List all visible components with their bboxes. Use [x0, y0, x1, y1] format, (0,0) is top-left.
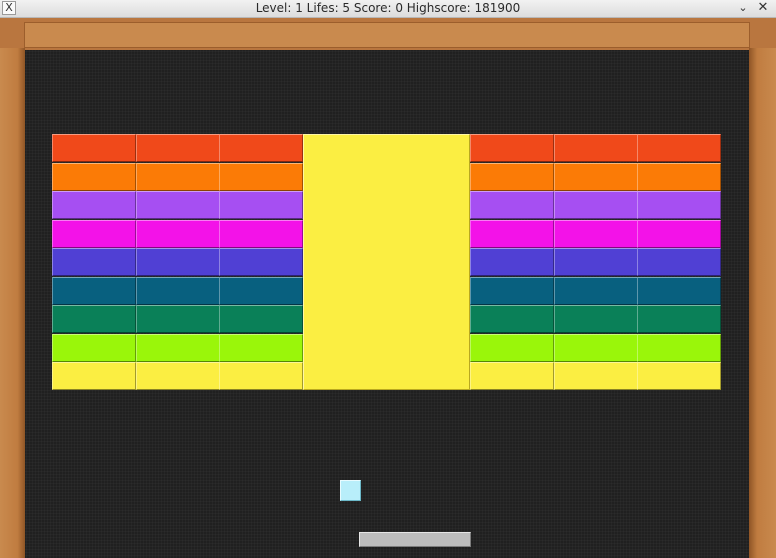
brick — [470, 191, 554, 219]
brick — [637, 334, 721, 362]
brick — [219, 305, 303, 333]
brick — [637, 277, 721, 305]
chevron-down-icon[interactable]: ⌄ — [736, 1, 750, 15]
window-titlebar: X Level: 1 Lifes: 5 Score: 0 Highscore: … — [0, 0, 776, 18]
brick — [219, 277, 303, 305]
brick — [470, 248, 554, 276]
brick — [554, 334, 638, 362]
brick — [470, 163, 554, 191]
brick — [554, 277, 638, 305]
brick — [52, 277, 136, 305]
wood-frame-right — [749, 48, 776, 558]
brick — [554, 163, 638, 191]
brick — [136, 305, 220, 333]
brick — [637, 305, 721, 333]
brick — [136, 163, 220, 191]
brick — [637, 191, 721, 219]
brick — [470, 305, 554, 333]
brick — [554, 134, 638, 162]
brick — [637, 134, 721, 162]
brick — [219, 220, 303, 248]
brick — [637, 163, 721, 191]
brick — [52, 248, 136, 276]
brick — [219, 362, 303, 390]
brick — [219, 248, 303, 276]
big-yellow-brick — [303, 134, 470, 390]
brick — [637, 248, 721, 276]
brick — [554, 191, 638, 219]
brick — [554, 220, 638, 248]
ball — [340, 480, 361, 501]
wood-frame-top-panel — [24, 22, 750, 48]
brick — [52, 362, 136, 390]
brick — [470, 220, 554, 248]
brick — [136, 220, 220, 248]
brick — [470, 134, 554, 162]
brick — [219, 191, 303, 219]
brick — [554, 362, 638, 390]
brick — [470, 334, 554, 362]
brick — [470, 362, 554, 390]
brick — [554, 248, 638, 276]
brick — [554, 305, 638, 333]
brick — [470, 277, 554, 305]
brick — [52, 334, 136, 362]
brick — [219, 163, 303, 191]
brick — [52, 163, 136, 191]
brick — [52, 191, 136, 219]
wood-frame-left — [0, 48, 25, 558]
brick — [52, 305, 136, 333]
window-title: Level: 1 Lifes: 5 Score: 0 Highscore: 18… — [255, 1, 521, 15]
brick — [637, 362, 721, 390]
brick — [52, 134, 136, 162]
brick — [136, 362, 220, 390]
brick — [136, 248, 220, 276]
brick — [136, 334, 220, 362]
brick — [637, 220, 721, 248]
brick — [136, 191, 220, 219]
brick — [219, 134, 303, 162]
close-icon[interactable]: ✕ — [756, 1, 770, 15]
brick — [219, 334, 303, 362]
brick — [52, 220, 136, 248]
brick — [136, 277, 220, 305]
paddle[interactable] — [359, 532, 471, 547]
brick — [136, 134, 220, 162]
